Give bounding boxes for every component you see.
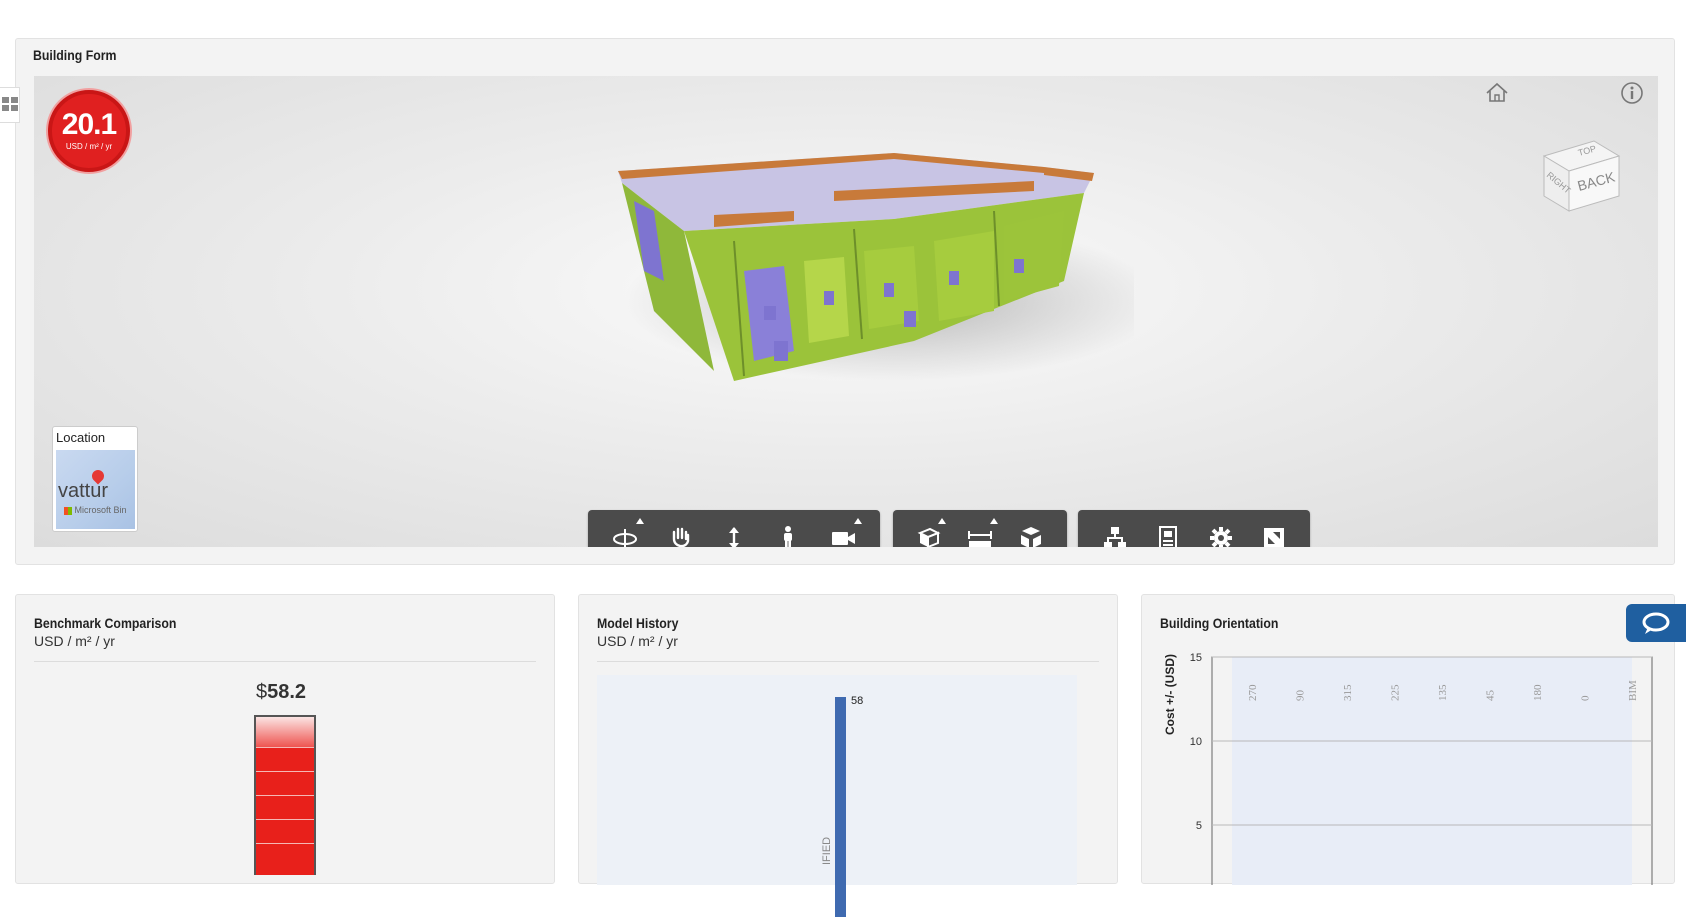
benchmark-bar-segment — [256, 771, 314, 772]
explode-button[interactable] — [1006, 510, 1057, 547]
properties-button[interactable] — [1141, 510, 1194, 547]
orientation-category-label: 225 — [1390, 684, 1402, 701]
camera-button[interactable] — [816, 510, 870, 547]
model-browser-icon — [1103, 527, 1126, 547]
orientation-category-label: 45 — [1485, 690, 1497, 702]
model-browser-button[interactable] — [1088, 510, 1141, 547]
benchmark-bar-gradient — [256, 717, 314, 747]
fullscreen-button[interactable] — [1247, 510, 1300, 547]
panel-toggle-icon — [1, 97, 18, 111]
pan-button[interactable] — [652, 510, 706, 547]
home-icon[interactable] — [1484, 80, 1510, 106]
orientation-category-label: 0 — [1580, 695, 1592, 701]
zoom-button[interactable] — [707, 510, 761, 547]
orientation-category-label: 270 — [1247, 684, 1259, 701]
microsoft-logo-icon — [64, 506, 72, 515]
walk-icon — [784, 526, 793, 547]
cost-badge-value: 20.1 — [61, 108, 117, 141]
location-map[interactable]: vattur Microsoft Bin — [56, 450, 135, 529]
viewcube[interactable]: TOP RIGHT BACK — [1524, 116, 1634, 226]
map-provider: Microsoft Bin — [64, 505, 127, 515]
section-icon — [917, 527, 941, 547]
benchmark-bar-segment — [256, 747, 314, 748]
settings-button[interactable] — [1194, 510, 1247, 547]
camera-caret-icon — [854, 518, 863, 524]
properties-icon — [1158, 526, 1177, 547]
section-button[interactable] — [903, 510, 954, 547]
orientation-chart: 15 10 5 Cost +/- (USD) 270 90 315 225 135 45 180 0 B… — [1163, 652, 1653, 885]
measure-caret-icon — [989, 518, 998, 524]
benchmark-comparison-card: Benchmark Comparison USD / m² / yr $58.2 — [15, 594, 555, 884]
section-caret-icon — [938, 518, 947, 524]
divider — [597, 661, 1099, 662]
info-icon[interactable] — [1619, 80, 1645, 106]
model-toolbar — [893, 510, 1067, 547]
location-label: Location — [56, 430, 106, 445]
orientation-category-label: 180 — [1532, 684, 1544, 701]
orbit-icon — [613, 529, 638, 547]
measure-icon — [967, 531, 992, 547]
orientation-category-label: BIM — [1627, 680, 1639, 701]
history-data-label: 58 — [851, 695, 864, 707]
panel-title: Building Form — [33, 47, 117, 63]
cost-badge-unit: USD / m² / yr — [65, 142, 113, 151]
benchmark-bar — [254, 715, 316, 875]
benchmark-amount: 58.2 — [267, 681, 307, 703]
side-panel-toggle[interactable] — [0, 87, 20, 123]
history-subtitle: USD / m² / yr — [597, 633, 678, 649]
orientation-ylabel: Cost +/- (USD) — [1163, 654, 1177, 735]
camera-icon — [831, 532, 855, 545]
orientation-ytick-label: 10 — [1190, 736, 1202, 748]
map-provider-label: Microsoft Bin — [74, 505, 127, 515]
orientation-plot-band — [1232, 657, 1632, 885]
benchmark-bar-segment — [256, 795, 314, 796]
benchmark-title: Benchmark Comparison — [34, 615, 177, 631]
building-form-panel: Building Form 20.1 USD / m² / yr TOP RIG… — [15, 38, 1675, 565]
benchmark-bar-segment — [256, 843, 314, 844]
building-model[interactable] — [594, 111, 1134, 391]
orientation-category-label: 90 — [1295, 690, 1307, 702]
cost-badge: 20.1 USD / m² / yr — [48, 90, 130, 172]
help-button[interactable] — [1626, 604, 1686, 642]
history-category-label: IFIED — [821, 836, 833, 865]
navigation-toolbar — [588, 510, 880, 547]
settings-toolbar — [1078, 510, 1310, 547]
history-bar — [835, 697, 846, 917]
measure-button[interactable] — [954, 510, 1005, 547]
divider — [34, 661, 536, 662]
benchmark-currency: $ — [256, 681, 268, 703]
fullscreen-icon — [1263, 528, 1284, 547]
orientation-category-label: 315 — [1342, 684, 1354, 701]
zoom-icon — [729, 527, 740, 547]
benchmark-value: $58.2 — [256, 681, 306, 704]
orbit-caret-icon — [636, 518, 645, 524]
settings-icon — [1209, 527, 1232, 547]
benchmark-subtitle: USD / m² / yr — [34, 633, 115, 649]
orientation-category-label: 135 — [1437, 684, 1449, 701]
explode-icon — [1021, 527, 1042, 547]
orientation-ytick-label: 15 — [1190, 652, 1202, 664]
model-history-card: Model History USD / m² / yr 58 IFIED — [578, 594, 1118, 917]
map-place-name: vattur — [58, 480, 109, 502]
pan-icon — [672, 527, 689, 547]
feedback-icon — [1642, 612, 1670, 634]
history-title: Model History — [597, 615, 679, 631]
walk-button[interactable] — [761, 510, 815, 547]
benchmark-bar-segment — [256, 819, 314, 820]
location-widget[interactable]: Location vattur Microsoft Bin — [52, 426, 138, 532]
history-chart: 58 IFIED — [597, 675, 1077, 917]
orbit-button[interactable] — [598, 510, 652, 547]
3d-viewer[interactable]: 20.1 USD / m² / yr TOP RIGHT BACK Locati… — [34, 76, 1658, 547]
orientation-ytick-label: 5 — [1196, 820, 1202, 832]
building-orientation-card: Building Orientation 15 10 5 Cost +/- (USD)… — [1141, 594, 1675, 885]
